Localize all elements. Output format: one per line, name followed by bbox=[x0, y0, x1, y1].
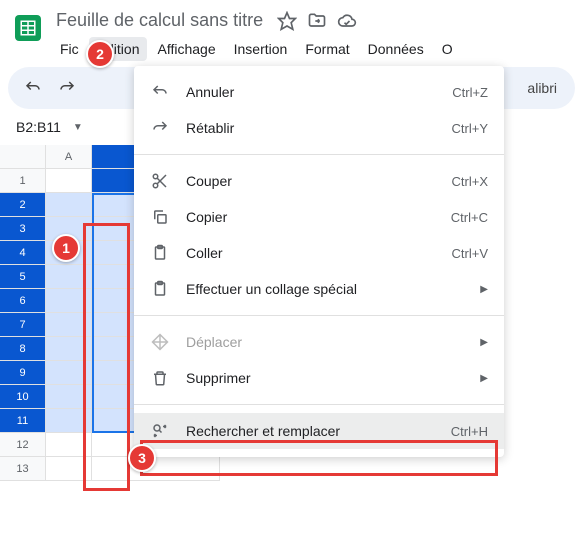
spreadsheet-icon bbox=[19, 19, 37, 37]
row-header[interactable]: 5 bbox=[0, 265, 46, 289]
move-folder-icon[interactable] bbox=[305, 9, 329, 33]
chevron-right-icon: ▶ bbox=[480, 284, 488, 295]
menu-label: Déplacer bbox=[186, 334, 464, 350]
menu-label: Copier bbox=[186, 209, 435, 225]
cell[interactable] bbox=[46, 409, 92, 433]
cell[interactable] bbox=[46, 265, 92, 289]
cell[interactable] bbox=[46, 337, 92, 361]
menu-tools[interactable]: O bbox=[434, 37, 461, 61]
undo-icon bbox=[150, 82, 170, 102]
chevron-right-icon: ▶ bbox=[480, 337, 488, 348]
redo-button[interactable] bbox=[52, 73, 82, 103]
row-header[interactable]: 12 bbox=[0, 433, 46, 457]
move-icon bbox=[150, 332, 170, 352]
undo-button[interactable] bbox=[18, 73, 48, 103]
name-box-value: B2:B11 bbox=[16, 119, 61, 135]
cell[interactable] bbox=[46, 433, 92, 457]
row-header[interactable]: 7 bbox=[0, 313, 46, 337]
cell[interactable] bbox=[46, 457, 92, 481]
menu-label: Rechercher et remplacer bbox=[186, 423, 435, 439]
menu-shortcut: Ctrl+C bbox=[451, 210, 488, 225]
menu-shortcut: Ctrl+Z bbox=[452, 85, 488, 100]
menu-label: Annuler bbox=[186, 84, 436, 100]
menu-item-move: Déplacer ▶ bbox=[134, 324, 504, 360]
menu-item-cut[interactable]: Couper Ctrl+X bbox=[134, 163, 504, 199]
menu-shortcut: Ctrl+V bbox=[452, 246, 488, 261]
cell[interactable] bbox=[46, 313, 92, 337]
menu-insert[interactable]: Insertion bbox=[226, 37, 296, 61]
divider bbox=[134, 315, 504, 316]
divider bbox=[134, 404, 504, 405]
document-title[interactable]: Feuille de calcul sans titre bbox=[52, 8, 267, 33]
font-selector-fragment[interactable]: alibri bbox=[527, 80, 565, 96]
cloud-status-icon[interactable] bbox=[335, 9, 359, 33]
menu-label: Supprimer bbox=[186, 370, 464, 386]
row-header[interactable]: 3 bbox=[0, 217, 46, 241]
menu-shortcut: Ctrl+H bbox=[451, 424, 488, 439]
menu-shortcut: Ctrl+Y bbox=[452, 121, 488, 136]
row-header[interactable]: 11 bbox=[0, 409, 46, 433]
copy-icon bbox=[150, 207, 170, 227]
cell[interactable] bbox=[46, 385, 92, 409]
menu-item-delete[interactable]: Supprimer ▶ bbox=[134, 360, 504, 396]
sheets-logo[interactable] bbox=[8, 8, 48, 48]
edit-menu-dropdown: Annuler Ctrl+Z Rétablir Ctrl+Y Couper Ct… bbox=[134, 66, 504, 457]
row-header[interactable]: 9 bbox=[0, 361, 46, 385]
cell[interactable] bbox=[46, 169, 92, 193]
trash-icon bbox=[150, 368, 170, 388]
row-header[interactable]: 2 bbox=[0, 193, 46, 217]
menu-file[interactable]: Fic bbox=[52, 37, 87, 61]
find-replace-icon bbox=[150, 421, 170, 441]
menu-label: Effectuer un collage spécial bbox=[186, 281, 464, 297]
menu-item-copy[interactable]: Copier Ctrl+C bbox=[134, 199, 504, 235]
menu-item-paste-special[interactable]: Effectuer un collage spécial ▶ bbox=[134, 271, 504, 307]
menu-data[interactable]: Données bbox=[360, 37, 432, 61]
menu-item-find-replace[interactable]: Rechercher et remplacer Ctrl+H bbox=[134, 413, 504, 449]
row-header[interactable]: 8 bbox=[0, 337, 46, 361]
annotation-2: 2 bbox=[86, 40, 114, 68]
chevron-down-icon: ▼ bbox=[73, 122, 83, 133]
menu-item-redo[interactable]: Rétablir Ctrl+Y bbox=[134, 110, 504, 146]
cell[interactable] bbox=[92, 457, 220, 481]
row-header[interactable]: 1 bbox=[0, 169, 46, 193]
select-all-corner[interactable] bbox=[0, 145, 46, 169]
cell[interactable] bbox=[46, 289, 92, 313]
menu-item-undo[interactable]: Annuler Ctrl+Z bbox=[134, 74, 504, 110]
annotation-3: 3 bbox=[128, 444, 156, 472]
row-header[interactable]: 4 bbox=[0, 241, 46, 265]
redo-icon bbox=[150, 118, 170, 138]
menu-view[interactable]: Affichage bbox=[149, 37, 223, 61]
name-box[interactable]: B2:B11 ▼ bbox=[8, 117, 91, 137]
cell[interactable] bbox=[46, 193, 92, 217]
annotation-1: 1 bbox=[52, 234, 80, 262]
row-header[interactable]: 6 bbox=[0, 289, 46, 313]
scissors-icon bbox=[150, 171, 170, 191]
menu-label: Rétablir bbox=[186, 120, 436, 136]
chevron-right-icon: ▶ bbox=[480, 373, 488, 384]
row-header[interactable]: 13 bbox=[0, 457, 46, 481]
menu-label: Coller bbox=[186, 245, 436, 261]
row-header[interactable]: 10 bbox=[0, 385, 46, 409]
menu-format[interactable]: Format bbox=[297, 37, 357, 61]
cell[interactable] bbox=[46, 361, 92, 385]
clipboard-icon bbox=[150, 243, 170, 263]
menubar: Fic Édition Affichage Insertion Format D… bbox=[52, 33, 583, 67]
column-header-a[interactable]: A bbox=[46, 145, 92, 169]
divider bbox=[134, 154, 504, 155]
menu-shortcut: Ctrl+X bbox=[452, 174, 488, 189]
menu-item-paste[interactable]: Coller Ctrl+V bbox=[134, 235, 504, 271]
star-icon[interactable] bbox=[275, 9, 299, 33]
menu-label: Couper bbox=[186, 173, 436, 189]
clipboard-icon bbox=[150, 279, 170, 299]
